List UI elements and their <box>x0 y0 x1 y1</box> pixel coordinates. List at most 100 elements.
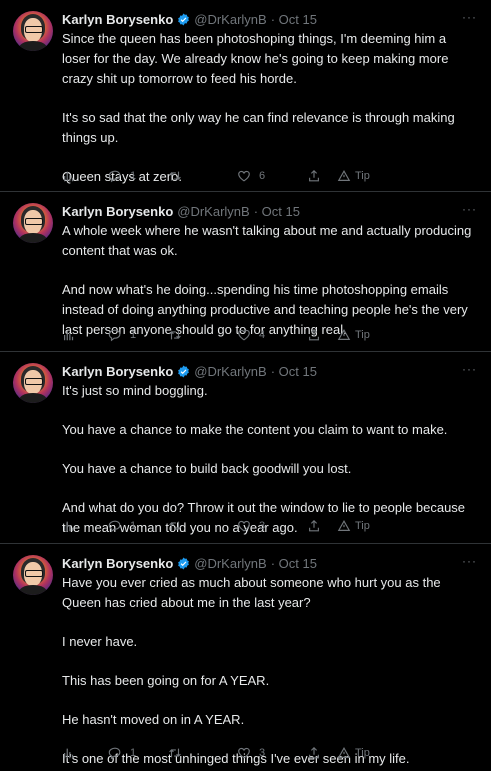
share-upload-icon <box>309 519 319 532</box>
heart-icon <box>238 170 250 182</box>
share-button[interactable] <box>307 328 337 342</box>
heart-icon <box>238 520 250 532</box>
like-count: 3 <box>259 747 266 759</box>
like-count: 6 <box>259 170 266 182</box>
tip-triangle-icon <box>337 747 351 758</box>
tip-button[interactable]: Tip <box>337 328 370 342</box>
display-name[interactable]: Karlyn Borysenko <box>62 556 173 571</box>
retweet-button[interactable] <box>168 328 237 342</box>
retweet-arrows-icon <box>169 521 181 531</box>
tweet-actions: 1 3 Tip <box>62 745 477 761</box>
reply-button[interactable]: 1 <box>108 746 168 760</box>
user-handle[interactable]: @DrKarlynB <box>194 12 266 27</box>
share-upload-icon <box>309 746 319 759</box>
verified-badge-icon <box>178 13 190 25</box>
display-name[interactable]: Karlyn Borysenko <box>62 364 173 379</box>
user-handle[interactable]: @DrKarlynB <box>194 556 266 571</box>
avatar[interactable] <box>13 363 53 403</box>
timestamp[interactable]: · Oct 15 <box>271 364 317 379</box>
retweet-arrows-icon <box>169 330 181 340</box>
views-button[interactable] <box>62 519 108 533</box>
timestamp[interactable]: · Oct 15 <box>271 12 317 27</box>
heart-icon <box>238 747 250 759</box>
tweet-paragraph: I never have. <box>62 634 138 649</box>
tweet-paragraph: A whole week where he wasn't talking abo… <box>62 223 472 258</box>
tip-button[interactable]: Tip <box>337 746 370 760</box>
views-button[interactable] <box>62 169 108 183</box>
share-button[interactable] <box>307 746 337 760</box>
tweet[interactable]: Karlyn Borysenko @DrKarlynB · Oct 15 ···… <box>0 192 491 352</box>
tip-label: Tip <box>355 170 370 182</box>
like-button[interactable]: 6 <box>237 169 307 183</box>
tip-label: Tip <box>355 520 370 532</box>
retweet-button[interactable] <box>168 746 237 760</box>
bar-chart-icon <box>64 521 74 532</box>
more-options-icon[interactable]: ··· <box>461 11 477 27</box>
tweet[interactable]: Karlyn Borysenko @DrKarlynB · Oct 15 ···… <box>0 0 491 192</box>
reply-button[interactable]: 1 <box>108 169 168 183</box>
retweet-button[interactable] <box>168 169 237 183</box>
retweet-button[interactable] <box>168 519 237 533</box>
reply-count: 1 <box>130 329 137 341</box>
tweet-paragraph: He hasn't moved on in A YEAR. <box>62 712 245 727</box>
tweet-paragraph: You have a chance to make the content yo… <box>62 422 448 437</box>
tweet-actions: 1 6 Tip <box>62 168 477 184</box>
avatar[interactable] <box>13 555 53 595</box>
share-upload-icon <box>309 328 319 341</box>
avatar[interactable] <box>13 11 53 51</box>
display-name[interactable]: Karlyn Borysenko <box>62 12 173 27</box>
reply-count: 1 <box>130 520 137 532</box>
verified-badge-icon <box>178 557 190 569</box>
tweet-paragraph: This has been going on for A YEAR. <box>62 673 270 688</box>
verified-badge-icon <box>178 365 190 377</box>
share-button[interactable] <box>307 519 337 533</box>
avatar[interactable] <box>13 203 53 243</box>
views-button[interactable] <box>62 746 108 760</box>
speech-bubble-icon <box>108 520 121 533</box>
display-name[interactable]: Karlyn Borysenko <box>62 204 173 219</box>
tip-triangle-icon <box>337 520 351 531</box>
tweet-paragraph: It's just so mind boggling. <box>62 383 208 398</box>
bar-chart-icon <box>64 330 74 341</box>
reply-button[interactable]: 1 <box>108 328 168 342</box>
tip-button[interactable]: Tip <box>337 519 370 533</box>
more-options-icon[interactable]: ··· <box>461 555 477 571</box>
bar-chart-icon <box>64 171 74 182</box>
more-options-icon[interactable]: ··· <box>461 363 477 379</box>
retweet-arrows-icon <box>169 748 181 758</box>
reply-count: 1 <box>130 747 137 759</box>
tweet-text: A whole week where he wasn't talking abo… <box>62 221 477 340</box>
like-button[interactable]: 4 <box>237 328 307 342</box>
speech-bubble-icon <box>108 747 121 760</box>
like-count: 3 <box>259 520 266 532</box>
speech-bubble-icon <box>108 329 121 342</box>
tweet-paragraph: Have you ever cried as much about someon… <box>62 575 441 610</box>
tip-button[interactable]: Tip <box>337 169 370 183</box>
tweet[interactable]: Karlyn Borysenko @DrKarlynB · Oct 15 ···… <box>0 352 491 544</box>
tweet-header: Karlyn Borysenko @DrKarlynB · Oct 15 <box>62 363 477 379</box>
user-handle[interactable]: @DrKarlynB <box>194 364 266 379</box>
tip-label: Tip <box>355 329 370 341</box>
like-button[interactable]: 3 <box>237 519 307 533</box>
tip-label: Tip <box>355 747 370 759</box>
tweet-paragraph: It's so sad that the only way he can fin… <box>62 110 455 145</box>
share-button[interactable] <box>307 169 337 183</box>
reply-button[interactable]: 1 <box>108 519 168 533</box>
share-upload-icon <box>309 169 319 182</box>
views-button[interactable] <box>62 328 108 342</box>
tweet[interactable]: Karlyn Borysenko @DrKarlynB · Oct 15 ···… <box>0 544 491 771</box>
tweet-paragraph: You have a chance to build back goodwill… <box>62 461 352 476</box>
tweet-actions: 1 4 Tip <box>62 327 477 343</box>
tip-triangle-icon <box>337 170 351 181</box>
like-count: 4 <box>259 329 266 341</box>
user-handle[interactable]: @DrKarlynB <box>177 204 249 219</box>
timestamp[interactable]: · Oct 15 <box>271 556 317 571</box>
more-options-icon[interactable]: ··· <box>461 203 477 219</box>
tweet-text: Since the queen has been photoshoping th… <box>62 29 477 187</box>
speech-bubble-icon <box>108 170 121 183</box>
like-button[interactable]: 3 <box>237 746 307 760</box>
tip-triangle-icon <box>337 329 351 340</box>
retweet-arrows-icon <box>169 171 181 181</box>
timestamp[interactable]: · Oct 15 <box>254 204 300 219</box>
tweet-header: Karlyn Borysenko @DrKarlynB · Oct 15 <box>62 555 477 571</box>
